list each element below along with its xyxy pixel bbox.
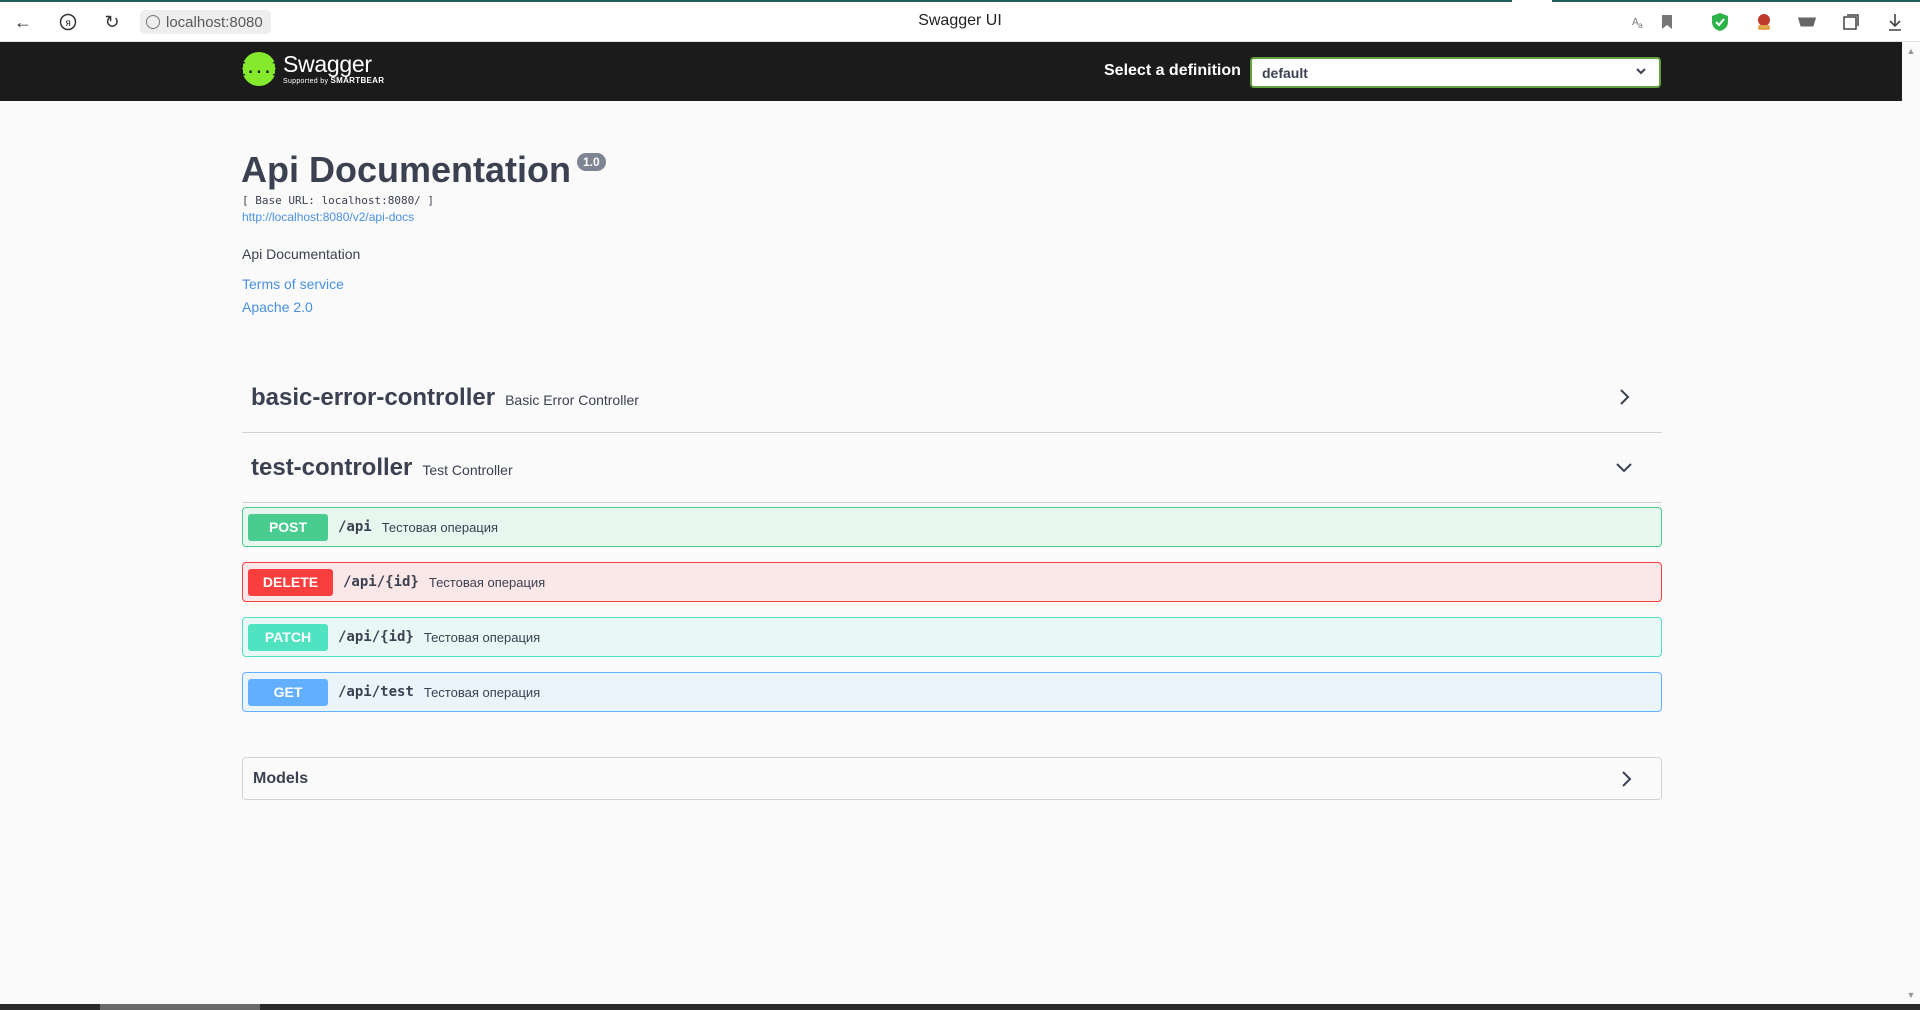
base-url: [ Base URL: localhost:8080/ ] bbox=[242, 194, 435, 207]
address-bar-url: localhost:8080 bbox=[166, 13, 263, 31]
models-section[interactable]: Models bbox=[242, 757, 1662, 800]
method-badge: POST bbox=[248, 513, 328, 541]
swagger-logo-subtitle: Supported by SMARTBEAR bbox=[283, 76, 385, 85]
operation-post-api[interactable]: POST /api Тестовая операция bbox=[242, 507, 1662, 547]
address-bar[interactable]: localhost:8080 bbox=[140, 10, 271, 34]
operation-path: /api/test bbox=[338, 684, 414, 700]
download-icon[interactable] bbox=[1885, 12, 1905, 32]
browser-accent-line bbox=[0, 0, 1920, 2]
operation-delete-api-id[interactable]: DELETE /api/{id} Тестовая операция bbox=[242, 562, 1662, 602]
operation-path: /api bbox=[338, 519, 372, 535]
tag-name: test-controller bbox=[251, 453, 413, 481]
collections-icon[interactable] bbox=[1841, 12, 1861, 32]
operation-summary: Тестовая операция bbox=[428, 574, 546, 590]
yandex-icon[interactable]: я bbox=[55, 9, 81, 35]
license-link[interactable]: Apache 2.0 bbox=[242, 299, 313, 315]
tag-basic-error-controller[interactable]: basic-error-controller Basic Error Contr… bbox=[242, 363, 1662, 433]
scroll-down-icon[interactable]: ▼ bbox=[1906, 990, 1916, 1000]
chevron-down-icon[interactable] bbox=[1614, 457, 1634, 477]
browser-toolbar: ← я ↻ localhost:8080 Swagger UI Aa bbox=[0, 0, 1920, 42]
swagger-topbar: {...} Swagger Supported by SMARTBEAR Sel… bbox=[0, 42, 1902, 101]
tag-test-controller[interactable]: test-controller Test Controller bbox=[242, 433, 1662, 503]
operation-get-api-test[interactable]: GET /api/test Тестовая операция bbox=[242, 672, 1662, 712]
page-title: Api Documentation bbox=[241, 149, 571, 190]
translate-icon[interactable]: Aa bbox=[1628, 12, 1648, 32]
method-badge: GET bbox=[248, 678, 328, 706]
vpn-icon[interactable] bbox=[1797, 12, 1817, 32]
chevron-right-icon[interactable] bbox=[1614, 387, 1634, 407]
scroll-up-icon[interactable]: ▲ bbox=[1906, 46, 1916, 56]
bookmark-icon[interactable] bbox=[1657, 12, 1677, 32]
tag-description: Test Controller bbox=[422, 461, 513, 478]
extension-icon[interactable] bbox=[1754, 12, 1774, 32]
tag-name: basic-error-controller bbox=[251, 383, 496, 411]
api-description: Api Documentation bbox=[242, 246, 361, 262]
operation-summary: Тестовая операция bbox=[423, 629, 541, 645]
operation-summary: Тестовая операция bbox=[423, 684, 541, 700]
reload-icon[interactable]: ↻ bbox=[99, 9, 125, 35]
version-badge: 1.0 bbox=[577, 153, 606, 171]
definition-select-value: default bbox=[1262, 64, 1308, 81]
svg-text:я: я bbox=[65, 18, 71, 29]
swagger-logo-icon: {...} bbox=[238, 52, 280, 86]
method-badge: DELETE bbox=[248, 568, 333, 596]
site-info-icon[interactable] bbox=[146, 15, 160, 29]
chevron-right-icon[interactable] bbox=[1617, 770, 1635, 788]
terms-of-service-link[interactable]: Terms of service bbox=[242, 276, 344, 292]
operation-path: /api/{id} bbox=[338, 629, 414, 645]
method-badge: PATCH bbox=[248, 623, 328, 651]
models-title: Models bbox=[253, 769, 309, 787]
swagger-logo[interactable]: {...} Swagger Supported by SMARTBEAR bbox=[238, 51, 385, 86]
api-docs-link[interactable]: http://localhost:8080/v2/api-docs bbox=[242, 210, 414, 224]
definition-select[interactable]: default bbox=[1250, 57, 1661, 88]
swagger-logo-word: Swagger bbox=[283, 51, 372, 77]
back-icon[interactable]: ← bbox=[10, 9, 36, 35]
page-scrollbar[interactable]: ▲ ▼ bbox=[1902, 42, 1920, 1004]
operation-patch-api-id[interactable]: PATCH /api/{id} Тестовая операция bbox=[242, 617, 1662, 657]
horizontal-scrollbar[interactable] bbox=[0, 1004, 1920, 1010]
chevron-down-icon bbox=[1635, 65, 1647, 80]
shield-icon[interactable] bbox=[1710, 12, 1730, 32]
operation-summary: Тестовая операция bbox=[381, 519, 499, 535]
operation-path: /api/{id} bbox=[343, 574, 419, 590]
definition-label: Select a definition bbox=[1104, 62, 1241, 79]
svg-text:a: a bbox=[1638, 21, 1643, 30]
tag-description: Basic Error Controller bbox=[505, 391, 639, 408]
